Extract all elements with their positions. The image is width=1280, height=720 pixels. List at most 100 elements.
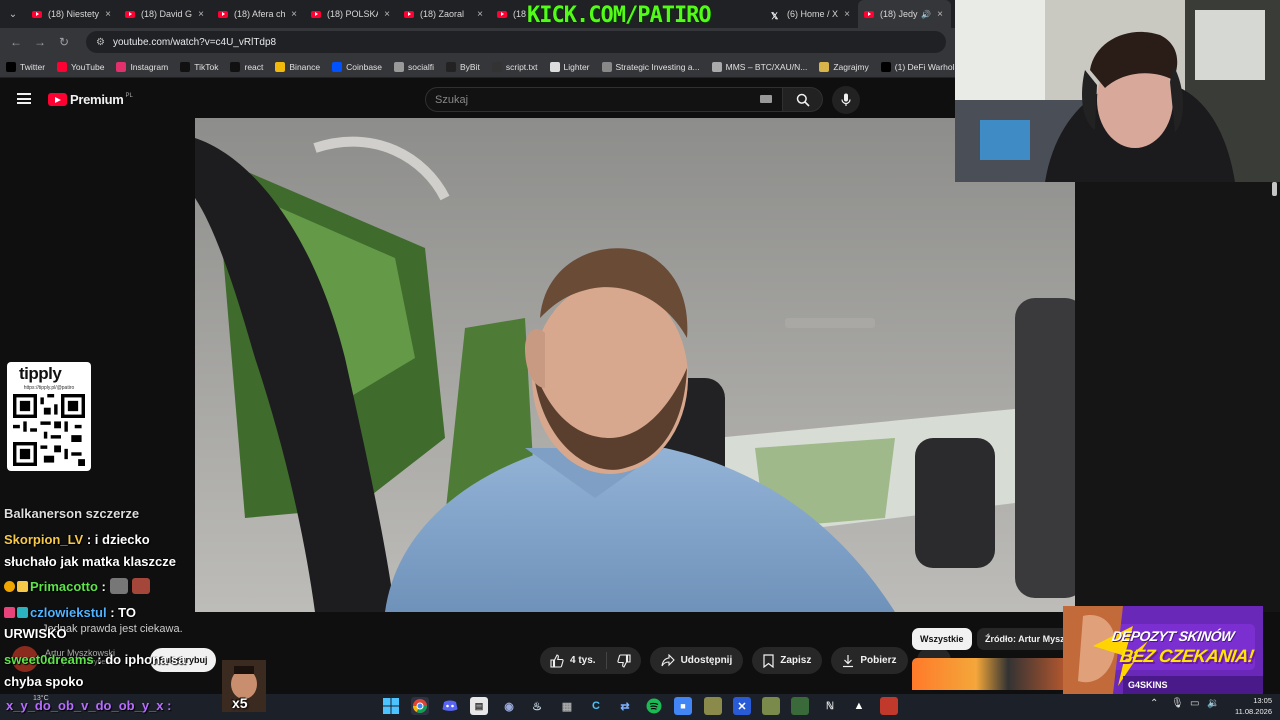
back-arrow-icon[interactable]: ← <box>4 35 28 49</box>
emote-icon <box>109 578 128 594</box>
reload-icon[interactable]: ↻ <box>52 35 76 49</box>
chat-badge-icon <box>4 581 15 592</box>
x-favicon-icon: 𝕏 <box>771 10 779 21</box>
keyboard-icon[interactable] <box>760 95 772 103</box>
bookmark-item[interactable]: socialfi <box>394 61 434 72</box>
microphone-tray-icon[interactable]: 🎙 <box>1171 698 1184 709</box>
app-blue-icon[interactable]: ■ <box>674 697 692 715</box>
youtube-favicon-icon <box>404 10 414 18</box>
bookmark-label: MMS – BTC/XAU/N... <box>725 61 808 72</box>
voice-search-button[interactable] <box>832 86 860 114</box>
search-button[interactable] <box>783 87 823 112</box>
steam-icon[interactable]: ♨ <box>528 697 546 715</box>
chip-all[interactable]: Wszystkie <box>912 628 972 650</box>
browser-tab[interactable]: (18) Afera ch × <box>212 0 305 28</box>
app-arrows-icon[interactable]: ⇄ <box>616 697 634 715</box>
bookmark-item[interactable]: Twitter <box>6 61 45 72</box>
minecraft-icon[interactable] <box>704 697 722 715</box>
bookmark-item[interactable]: Coinbase <box>332 61 382 72</box>
browser-tab[interactable]: 𝕏 (6) Home / X × <box>765 0 858 28</box>
windows-start-icon[interactable] <box>382 697 400 715</box>
scrollbar-thumb[interactable] <box>1272 182 1277 196</box>
app-red-icon[interactable] <box>880 697 898 715</box>
video-player[interactable] <box>195 118 1075 612</box>
menu-icon[interactable] <box>17 93 31 104</box>
search-input[interactable]: Szukaj <box>425 87 783 112</box>
youtube-premium-logo[interactable]: Premium PL <box>48 92 133 107</box>
app-dark-green-icon[interactable] <box>791 697 809 715</box>
close-icon[interactable]: × <box>842 9 852 20</box>
youtube-favicon-icon <box>218 10 228 18</box>
chat-message: czlowiekstul : TO <box>4 604 136 621</box>
recommended-video-thumbnail[interactable] <box>912 658 1072 690</box>
notepad-icon[interactable]: ▤ <box>470 697 488 715</box>
url-field[interactable]: ⚙ youtube.com/watch?v=c4U_vRlTdp8 <box>86 31 946 53</box>
chip-source[interactable]: Źródło: Artur Myszkowski <box>977 628 1072 650</box>
tray-chevron-up-icon[interactable]: ⌃ <box>1150 698 1158 709</box>
volume-icon[interactable]: 🔉 <box>1207 698 1219 709</box>
bookmark-label: Strategic Investing a... <box>615 61 700 72</box>
bookmark-item[interactable]: Instagram <box>116 61 169 72</box>
youtube-favicon-icon <box>864 10 874 18</box>
bookmark-item[interactable]: Zagrajmy <box>819 61 869 72</box>
discord-icon[interactable] <box>441 697 459 715</box>
browser-tab-active[interactable]: (18) Jedy 🔊 × <box>858 0 951 28</box>
bookmark-favicon-icon <box>275 61 286 72</box>
app-n-icon[interactable]: ℕ <box>821 697 839 715</box>
bookmark-item[interactable]: MMS – BTC/XAU/N... <box>711 61 808 72</box>
close-icon[interactable]: × <box>103 9 113 20</box>
bookmark-item[interactable]: Lighter <box>549 61 590 72</box>
microphone-icon <box>841 93 851 106</box>
bookmark-item[interactable]: ByBit <box>446 61 480 72</box>
bookmark-item[interactable]: TikTok <box>180 61 218 72</box>
close-icon[interactable]: × <box>196 9 206 20</box>
tab-title: (18) Zaoral <box>420 9 465 19</box>
network-icon[interactable]: ▭ <box>1190 698 1199 709</box>
app-triangle-icon[interactable]: ▲ <box>850 697 868 715</box>
chat-message: Primacotto : <box>4 578 150 595</box>
bookmark-label: Instagram <box>130 61 169 72</box>
close-icon[interactable]: × <box>935 9 945 20</box>
logo-region: PL <box>125 92 133 99</box>
download-button[interactable]: Pobierz <box>831 647 908 674</box>
bookmark-item[interactable]: react <box>230 61 263 72</box>
browser-tab[interactable]: (18) POLSKA × <box>305 0 398 28</box>
bookmark-label: ByBit <box>460 61 480 72</box>
app-green-icon[interactable] <box>762 697 780 715</box>
logo-text: Premium <box>70 92 124 107</box>
browser-tab[interactable]: (18) Niestety × <box>26 0 119 28</box>
bookmark-favicon-icon <box>711 61 722 72</box>
like-count: 4 tys. <box>570 655 596 666</box>
close-icon[interactable]: × <box>289 9 299 20</box>
bookmark-item[interactable]: Binance <box>275 61 320 72</box>
app-x-icon[interactable]: ✕ <box>733 697 751 715</box>
site-info-icon[interactable]: ⚙ <box>96 37 105 48</box>
tab-title: (18) David G <box>141 9 192 19</box>
bookmark-item[interactable]: YouTube <box>57 61 104 72</box>
tab-title: (18) POLSKA <box>327 9 378 19</box>
tipply-qr-overlay: tipply https://tipply.pl/@patiro <box>7 362 91 471</box>
secondary-column <box>1075 182 1280 612</box>
chrome-icon[interactable] <box>411 697 429 715</box>
browser-tab[interactable]: (18) David G × <box>119 0 212 28</box>
close-icon[interactable]: × <box>382 9 392 20</box>
thumbs-up-icon <box>550 653 564 668</box>
tab-search-chevron-icon[interactable]: ⌄ <box>0 0 26 28</box>
app-c-icon[interactable]: C <box>587 697 605 715</box>
speaker-icon[interactable]: 🔊 <box>921 10 931 19</box>
browser-tab[interactable]: (18) Zaoral × <box>398 0 491 28</box>
dislike-button[interactable] <box>607 647 641 674</box>
like-button[interactable]: 4 tys. <box>540 647 606 674</box>
spotify-icon[interactable] <box>645 697 663 715</box>
share-button[interactable]: Udostępnij <box>649 647 744 674</box>
tipply-url: https://tipply.pl/@patiro <box>23 385 75 391</box>
app-icon[interactable]: ▦ <box>558 697 576 715</box>
save-button[interactable]: Zapisz <box>752 647 823 674</box>
taskbar-clock[interactable]: 13:05 11.08.2026 <box>1222 695 1272 717</box>
close-icon[interactable]: × <box>475 9 485 20</box>
obs-icon[interactable]: ◉ <box>500 697 518 715</box>
bookmark-item[interactable]: Strategic Investing a... <box>601 61 700 72</box>
bookmark-label: script.txt <box>505 61 538 72</box>
forward-arrow-icon[interactable]: → <box>28 35 52 49</box>
bookmark-item[interactable]: script.txt <box>491 61 538 72</box>
